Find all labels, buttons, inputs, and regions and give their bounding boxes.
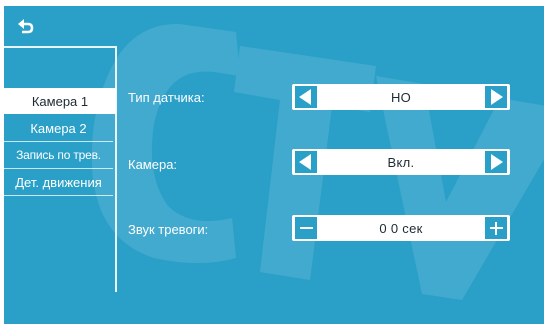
sidebar-item-label: Камера 1 xyxy=(31,93,89,109)
sensor-type-prev-button[interactable] xyxy=(295,86,317,108)
sidebar: Камера 1 Камера 2 Запись по трев. Дет. д… xyxy=(4,46,117,292)
alarm-sound-label: Звук тревоги: xyxy=(128,222,209,237)
camera-prev-button[interactable] xyxy=(295,151,317,173)
sensor-type-next-button[interactable] xyxy=(485,86,507,108)
sidebar-item-camera-2[interactable]: Камера 2 xyxy=(4,115,113,142)
alarm-sound-increase-button[interactable] xyxy=(485,217,507,239)
triangle-left-icon xyxy=(299,89,311,105)
sidebar-item-label: Дет. движения xyxy=(15,174,102,190)
minus-icon xyxy=(299,227,313,229)
back-button[interactable] xyxy=(16,16,36,38)
sidebar-item-motion-detection[interactable]: Дет. движения xyxy=(4,169,113,196)
return-arrow-icon xyxy=(18,19,34,34)
sensor-type-label: Тип датчика: xyxy=(128,90,205,105)
plus-icon xyxy=(489,221,503,235)
settings-screen: Камера 1 Камера 2 Запись по трев. Дет. д… xyxy=(4,6,544,324)
camera-next-button[interactable] xyxy=(485,151,507,173)
camera-label: Камера: xyxy=(128,157,178,172)
sidebar-item-label: Камера 2 xyxy=(30,120,87,136)
sensor-type-value: НО xyxy=(390,89,412,105)
triangle-right-icon xyxy=(491,89,503,105)
camera-selector: Вкл. xyxy=(292,149,510,175)
alarm-sound-stepper: 0 0 сек xyxy=(292,215,510,241)
sidebar-item-camera-1[interactable]: Камера 1 xyxy=(4,88,116,114)
alarm-sound-decrease-button[interactable] xyxy=(295,217,317,239)
alarm-sound-value: 0 0 сек xyxy=(379,220,423,236)
sidebar-item-alarm-recording[interactable]: Запись по трев. xyxy=(4,142,113,169)
sensor-type-selector: НО xyxy=(292,84,510,110)
camera-value: Вкл. xyxy=(387,154,415,170)
sidebar-item-label: Запись по трев. xyxy=(16,148,101,162)
triangle-left-icon xyxy=(299,154,311,170)
triangle-right-icon xyxy=(491,154,503,170)
